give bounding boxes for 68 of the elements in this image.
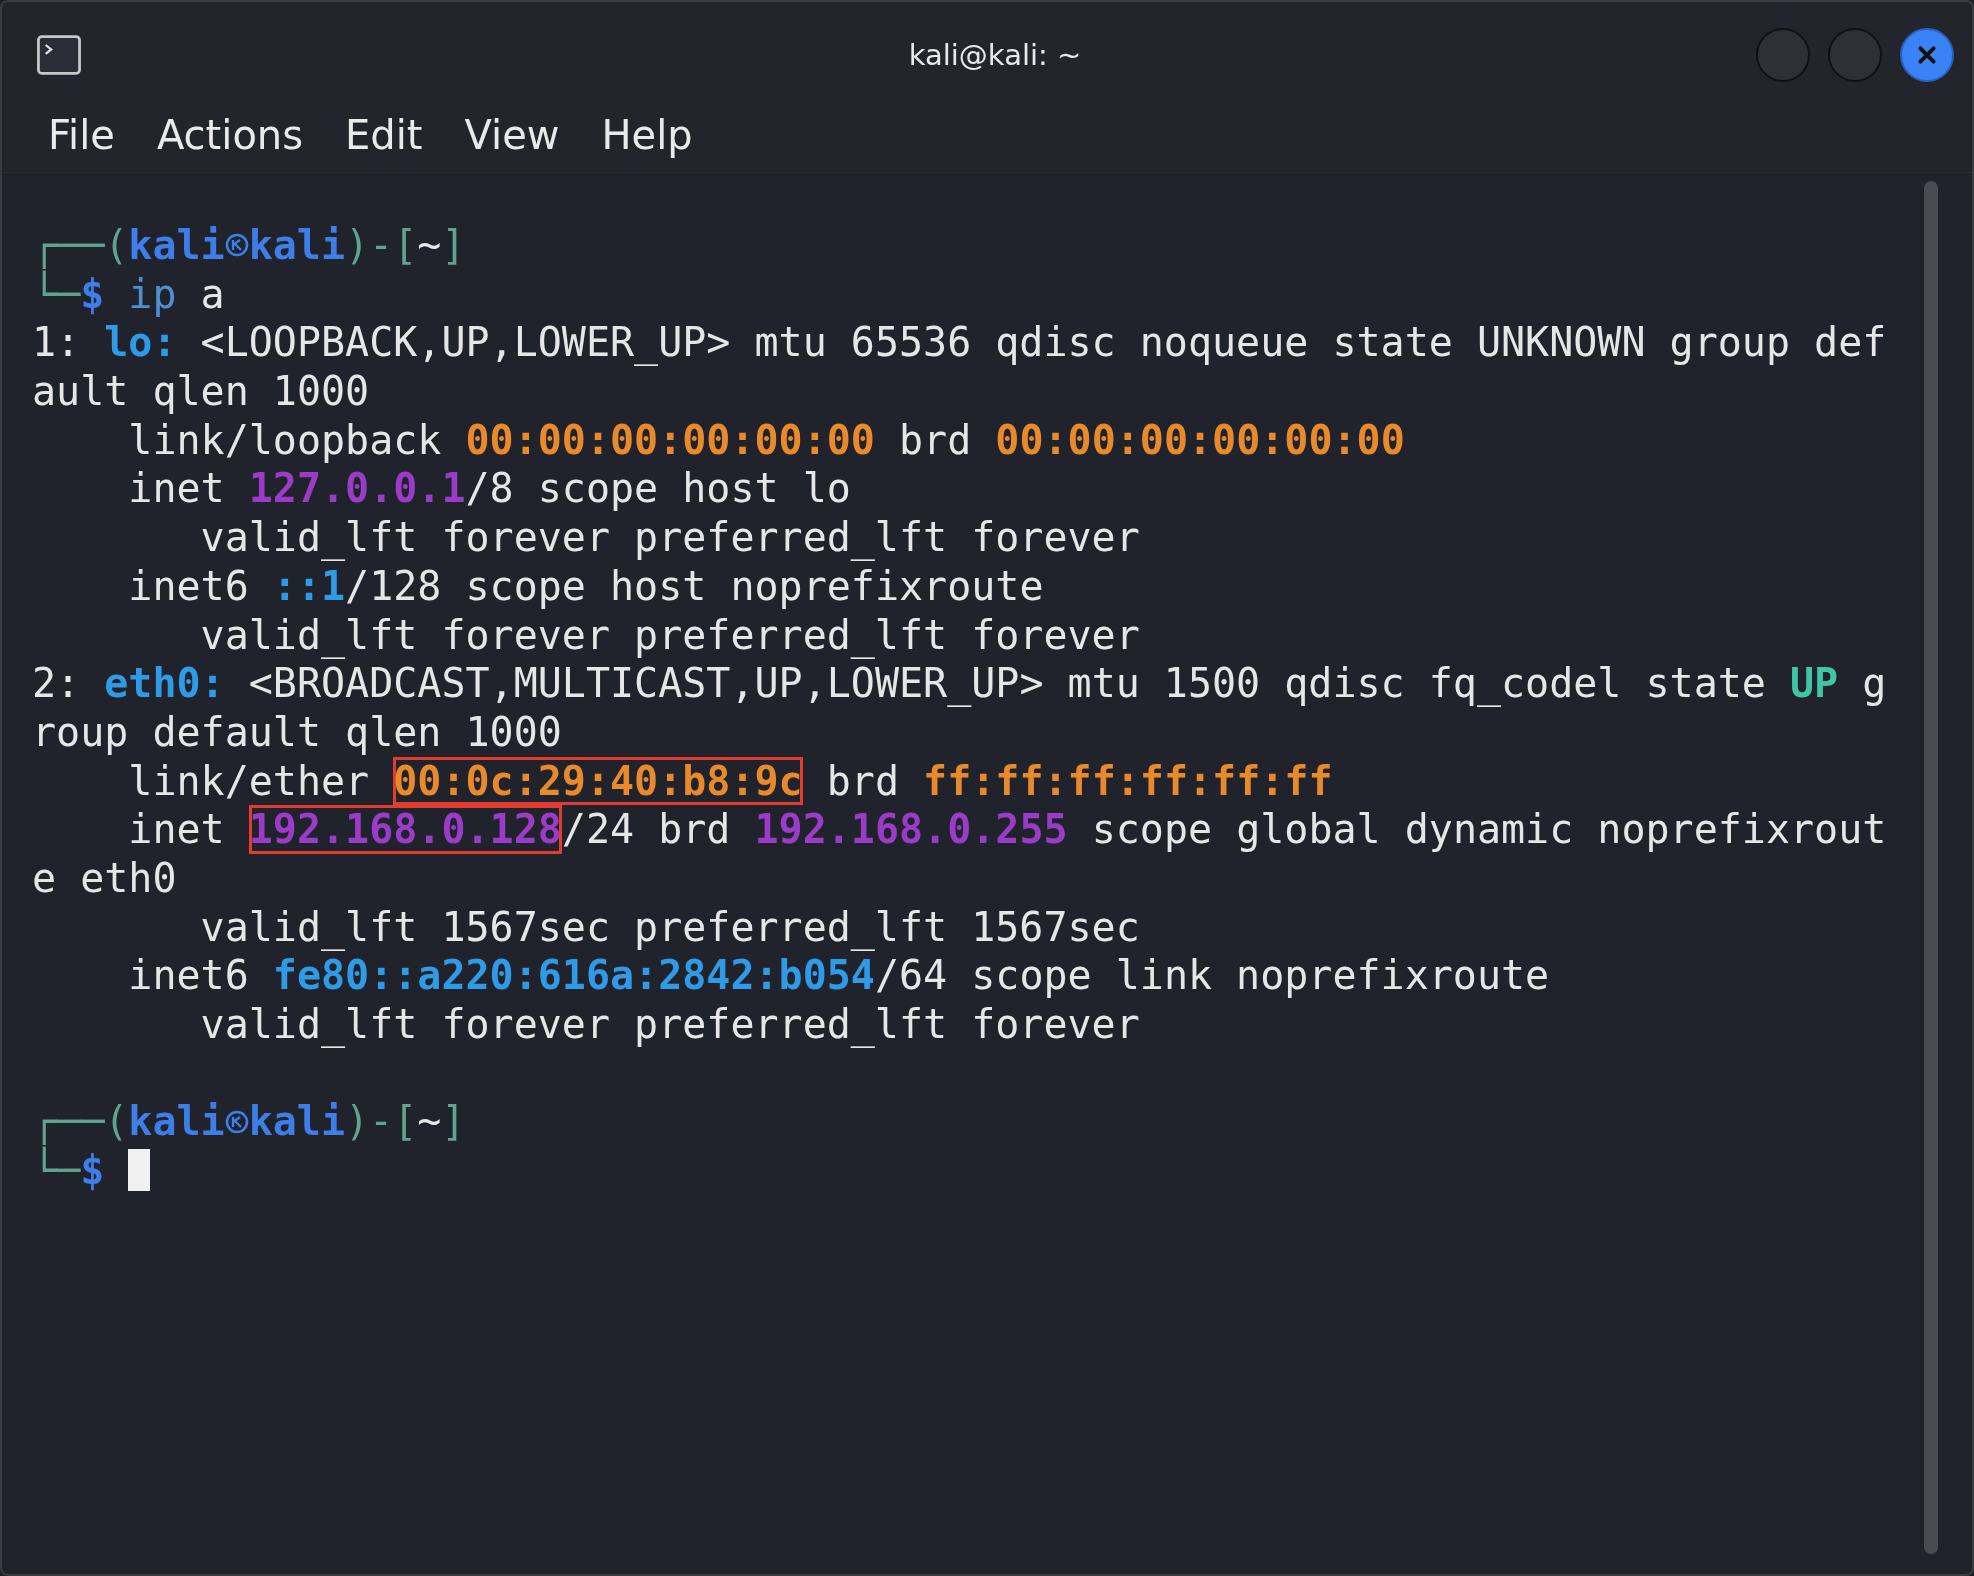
terminal-text: 2: [32, 659, 82, 708]
prompt-frame: )-[ [345, 1097, 418, 1147]
terminal-text: valid_lft 1567sec preferred_lft 1567sec [199, 902, 1140, 952]
terminal-text: e eth0 [32, 853, 177, 903]
terminal-text: 00:00:00:00:00:00 [995, 415, 1405, 465]
prompt-frame: ] [441, 221, 466, 270]
terminal-text: <LOOPBACK,UP,LOWER_UP> mtu 65536 qdisc noqueue state UNKNOWN group def [199, 318, 1887, 368]
terminal-text: inet [127, 805, 226, 854]
terminal-icon [36, 35, 82, 75]
terminal-text: inet [127, 464, 226, 514]
terminal-text: g [1861, 659, 1887, 708]
maximize-button[interactable] [1828, 28, 1882, 82]
text-cursor [128, 1149, 151, 1192]
terminal-text: /64 scope link noprefixroute [874, 951, 1550, 1000]
terminal-text: a [199, 269, 225, 319]
terminal-text: <BROADCAST,MULTICAST,UP,LOWER_UP> mtu 1500 qdisc fq_codel state [247, 659, 1767, 708]
terminal-text: 192.168.0.255 [754, 805, 1068, 854]
terminal-text: ault qlen 1000 [32, 367, 370, 416]
menu-item[interactable]: Edit [333, 108, 435, 162]
terminal-text: inet6 [127, 561, 250, 611]
terminal-text: inet6 [127, 951, 250, 1000]
menu-item[interactable]: Help [589, 108, 705, 162]
close-icon [1916, 44, 1938, 66]
prompt-frame: ┌──( [32, 1097, 129, 1147]
prompt-frame: ] [441, 1097, 466, 1147]
terminal-text: roup default qlen 1000 [32, 707, 562, 757]
terminal-text: 00:00:00:00:00:00 [465, 415, 875, 465]
terminal-text: valid_lft forever preferred_lft forever [199, 610, 1140, 660]
terminal-text: ::1 [272, 561, 346, 611]
scrollbar[interactable] [1924, 181, 1938, 1554]
terminal-text: kali [128, 221, 225, 270]
circle-symbol-icon [224, 233, 249, 258]
menu-item[interactable]: File [36, 108, 127, 162]
terminal-text: ip [127, 269, 177, 319]
circle-symbol-icon [224, 1109, 249, 1134]
terminal-text: /128 scope host noprefixroute [345, 561, 1044, 611]
menu-item[interactable]: Actions [144, 108, 316, 162]
menu-item[interactable]: View [452, 108, 572, 162]
terminal-text: kali [248, 1097, 345, 1147]
terminal-text: $ [80, 1147, 105, 1195]
terminal-text: ~ [417, 221, 442, 270]
terminal-text: ~ [417, 1097, 442, 1147]
terminal-text: scope global dynamic noprefixrout [1090, 805, 1887, 854]
close-button[interactable] [1900, 28, 1954, 82]
terminal-text: brd [825, 756, 900, 806]
window-title: kali@kali: ~ [908, 38, 1082, 72]
terminal-text: link/ether [127, 756, 371, 806]
terminal-text: valid_lft forever preferred_lft forever [199, 1000, 1140, 1049]
terminal-text: 127.0.0.1 [248, 464, 466, 514]
terminal-text: kali [128, 1097, 225, 1147]
prompt-frame: )-[ [345, 221, 418, 270]
terminal-text: link/loopback [127, 415, 443, 465]
prompt-frame: └─ [32, 269, 81, 319]
prompt-frame: └─ [32, 1146, 81, 1195]
terminal-text: /8 scope host lo [465, 464, 851, 514]
minimize-button[interactable] [1756, 28, 1810, 82]
terminal-text: valid_lft forever preferred_lft forever [199, 513, 1140, 562]
terminal-text: lo: [104, 318, 177, 368]
prompt-frame: ┌──( [32, 221, 129, 270]
terminal-text: fe80::a220:616a:2842:b054 [272, 951, 875, 1000]
terminal-text: 1: [32, 318, 82, 368]
terminal-text: kali [248, 221, 345, 270]
terminal-text: eth0: [104, 659, 225, 708]
terminal-text: /24 brd [561, 805, 732, 854]
terminal-text: $ [80, 269, 105, 319]
terminal-text: brd [897, 415, 973, 465]
terminal-text: ff:ff:ff:ff:ff:ff [923, 756, 1333, 806]
terminal-text: UP [1790, 659, 1839, 708]
